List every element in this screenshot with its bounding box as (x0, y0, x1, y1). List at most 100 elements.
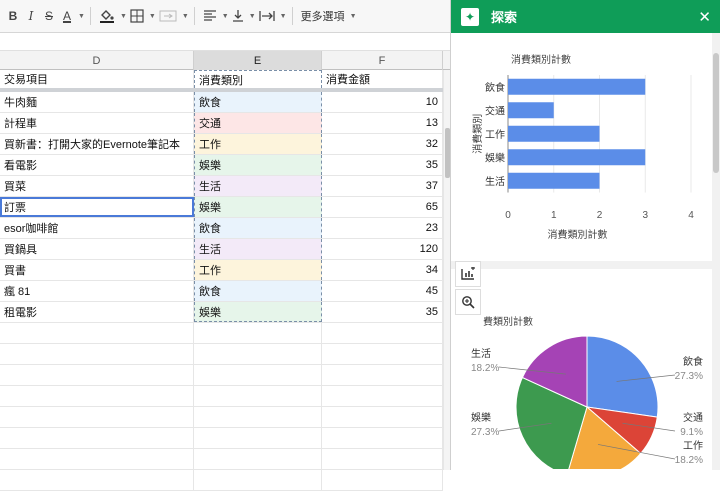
column-header-d[interactable]: D (0, 51, 194, 70)
chevron-down-icon[interactable]: ▼ (78, 13, 85, 20)
cell-category[interactable]: 交通 (194, 113, 322, 133)
bold-button[interactable]: B (4, 5, 22, 27)
empty-cell[interactable] (322, 470, 443, 490)
cell-item[interactable]: 瘋 81 (0, 281, 194, 301)
pie-slice[interactable] (586, 335, 659, 418)
cell-category[interactable]: 娛樂 (194, 155, 322, 175)
column-header-e[interactable]: E (194, 51, 322, 70)
header-cell-item[interactable]: 交易項目 (0, 70, 194, 88)
cell-amount[interactable]: 23 (322, 218, 443, 238)
cell-amount[interactable]: 65 (322, 197, 443, 217)
empty-cell[interactable] (194, 386, 322, 406)
empty-cell[interactable] (0, 428, 194, 448)
cell-amount[interactable]: 13 (322, 113, 443, 133)
fill-color-icon[interactable] (96, 5, 118, 27)
empty-cell[interactable] (194, 365, 322, 385)
bar[interactable] (508, 172, 600, 189)
bar[interactable] (508, 102, 554, 119)
panel-scrollbar[interactable] (712, 33, 720, 470)
chevron-down-icon[interactable]: ▼ (182, 13, 189, 20)
cell-amount[interactable]: 35 (322, 302, 443, 322)
cell-item[interactable]: 買鍋具 (0, 239, 194, 259)
header-cell-category[interactable]: 消費類別 (194, 70, 322, 88)
cell-amount[interactable]: 32 (322, 134, 443, 154)
cell-item[interactable]: esor咖啡館 (0, 218, 194, 238)
cell-category[interactable]: 飲食 (194, 218, 322, 238)
cell-item[interactable]: 看電影 (0, 155, 194, 175)
empty-cell[interactable] (0, 344, 194, 364)
cell-amount[interactable]: 34 (322, 260, 443, 280)
empty-cell[interactable] (0, 365, 194, 385)
empty-cell[interactable] (322, 386, 443, 406)
more-options-button[interactable]: 更多選項 (298, 5, 348, 27)
strikethrough-button[interactable]: S (40, 5, 58, 27)
zoom-in-icon[interactable] (455, 289, 481, 315)
empty-cell[interactable] (322, 449, 443, 469)
empty-cell[interactable] (194, 407, 322, 427)
empty-cell[interactable] (0, 407, 194, 427)
empty-cell[interactable] (322, 407, 443, 427)
merge-cells-icon[interactable] (156, 5, 180, 27)
bar-chart[interactable]: 消費類別計數0 1 2 3 4飲食交通工作娛樂生活消費類別計數消費類別 (451, 33, 713, 261)
empty-cell[interactable] (194, 323, 322, 343)
align-left-icon[interactable] (200, 5, 220, 27)
pie-chart[interactable]: 費類別計數飲食 27.3% 交通 9.1% 工作 18.2% 娛樂 27.3% 生活 18.2% (451, 269, 713, 469)
empty-cell[interactable] (194, 344, 322, 364)
empty-cell[interactable] (322, 365, 443, 385)
panel-scroll-thumb[interactable] (713, 53, 719, 173)
cell-item[interactable]: 牛肉麵 (0, 92, 194, 112)
close-icon[interactable]: ✕ (698, 8, 711, 26)
empty-cell[interactable] (194, 470, 322, 490)
cell-item[interactable]: 訂票 (0, 197, 194, 217)
pie-slice-label: 工作 (683, 440, 703, 452)
cell-category[interactable]: 娛樂 (194, 197, 322, 217)
bar[interactable] (508, 125, 600, 142)
bar[interactable] (508, 149, 646, 166)
empty-cell[interactable] (322, 344, 443, 364)
cell-category[interactable]: 飲食 (194, 281, 322, 301)
empty-cell[interactable] (0, 386, 194, 406)
cell-amount[interactable]: 35 (322, 155, 443, 175)
bar-chart-title: 消費類別計數 (511, 53, 571, 66)
text-wrap-icon[interactable] (256, 5, 278, 27)
empty-cell[interactable] (322, 323, 443, 343)
chevron-down-icon[interactable]: ▼ (120, 13, 127, 20)
chevron-down-icon[interactable]: ▼ (222, 13, 229, 20)
insert-chart-icon[interactable] (455, 261, 481, 287)
chevron-down-icon[interactable]: ▼ (350, 13, 357, 20)
bar-category-label: 交通 (485, 104, 505, 117)
empty-cell[interactable] (0, 323, 194, 343)
cell-amount[interactable]: 120 (322, 239, 443, 259)
cell-category[interactable]: 生活 (194, 176, 322, 196)
chevron-down-icon[interactable]: ▼ (249, 13, 256, 20)
cell-category[interactable]: 娛樂 (194, 302, 322, 322)
grid-scrollbar[interactable] (443, 70, 450, 470)
italic-button[interactable]: I (22, 5, 40, 27)
bar[interactable] (508, 78, 646, 95)
header-cell-amount[interactable]: 消費金額 (322, 70, 443, 88)
cell-item[interactable]: 買書 (0, 260, 194, 280)
cell-category[interactable]: 工作 (194, 134, 322, 154)
cell-category[interactable]: 工作 (194, 260, 322, 280)
text-color-button[interactable]: A (58, 5, 76, 27)
cell-item[interactable]: 租電影 (0, 302, 194, 322)
empty-cell[interactable] (194, 449, 322, 469)
empty-cell[interactable] (0, 449, 194, 469)
cell-amount[interactable]: 45 (322, 281, 443, 301)
cell-item[interactable]: 買菜 (0, 176, 194, 196)
empty-cell[interactable] (0, 470, 194, 490)
cell-item[interactable]: 買新書：打開大家的Evernote筆記本 (0, 134, 194, 154)
cell-amount[interactable]: 37 (322, 176, 443, 196)
chevron-down-icon[interactable]: ▼ (280, 13, 287, 20)
table-header-row: 交易項目 消費類別 消費金額 (0, 70, 443, 92)
cell-amount[interactable]: 10 (322, 92, 443, 112)
chevron-down-icon[interactable]: ▼ (149, 13, 156, 20)
cell-category[interactable]: 生活 (194, 239, 322, 259)
cell-item[interactable]: 計程車 (0, 113, 194, 133)
empty-cell[interactable] (322, 428, 443, 448)
empty-cell[interactable] (194, 428, 322, 448)
vertical-align-icon[interactable] (229, 5, 247, 27)
borders-icon[interactable] (127, 5, 147, 27)
cell-category[interactable]: 飲食 (194, 92, 322, 112)
column-header-f[interactable]: F (322, 51, 443, 70)
